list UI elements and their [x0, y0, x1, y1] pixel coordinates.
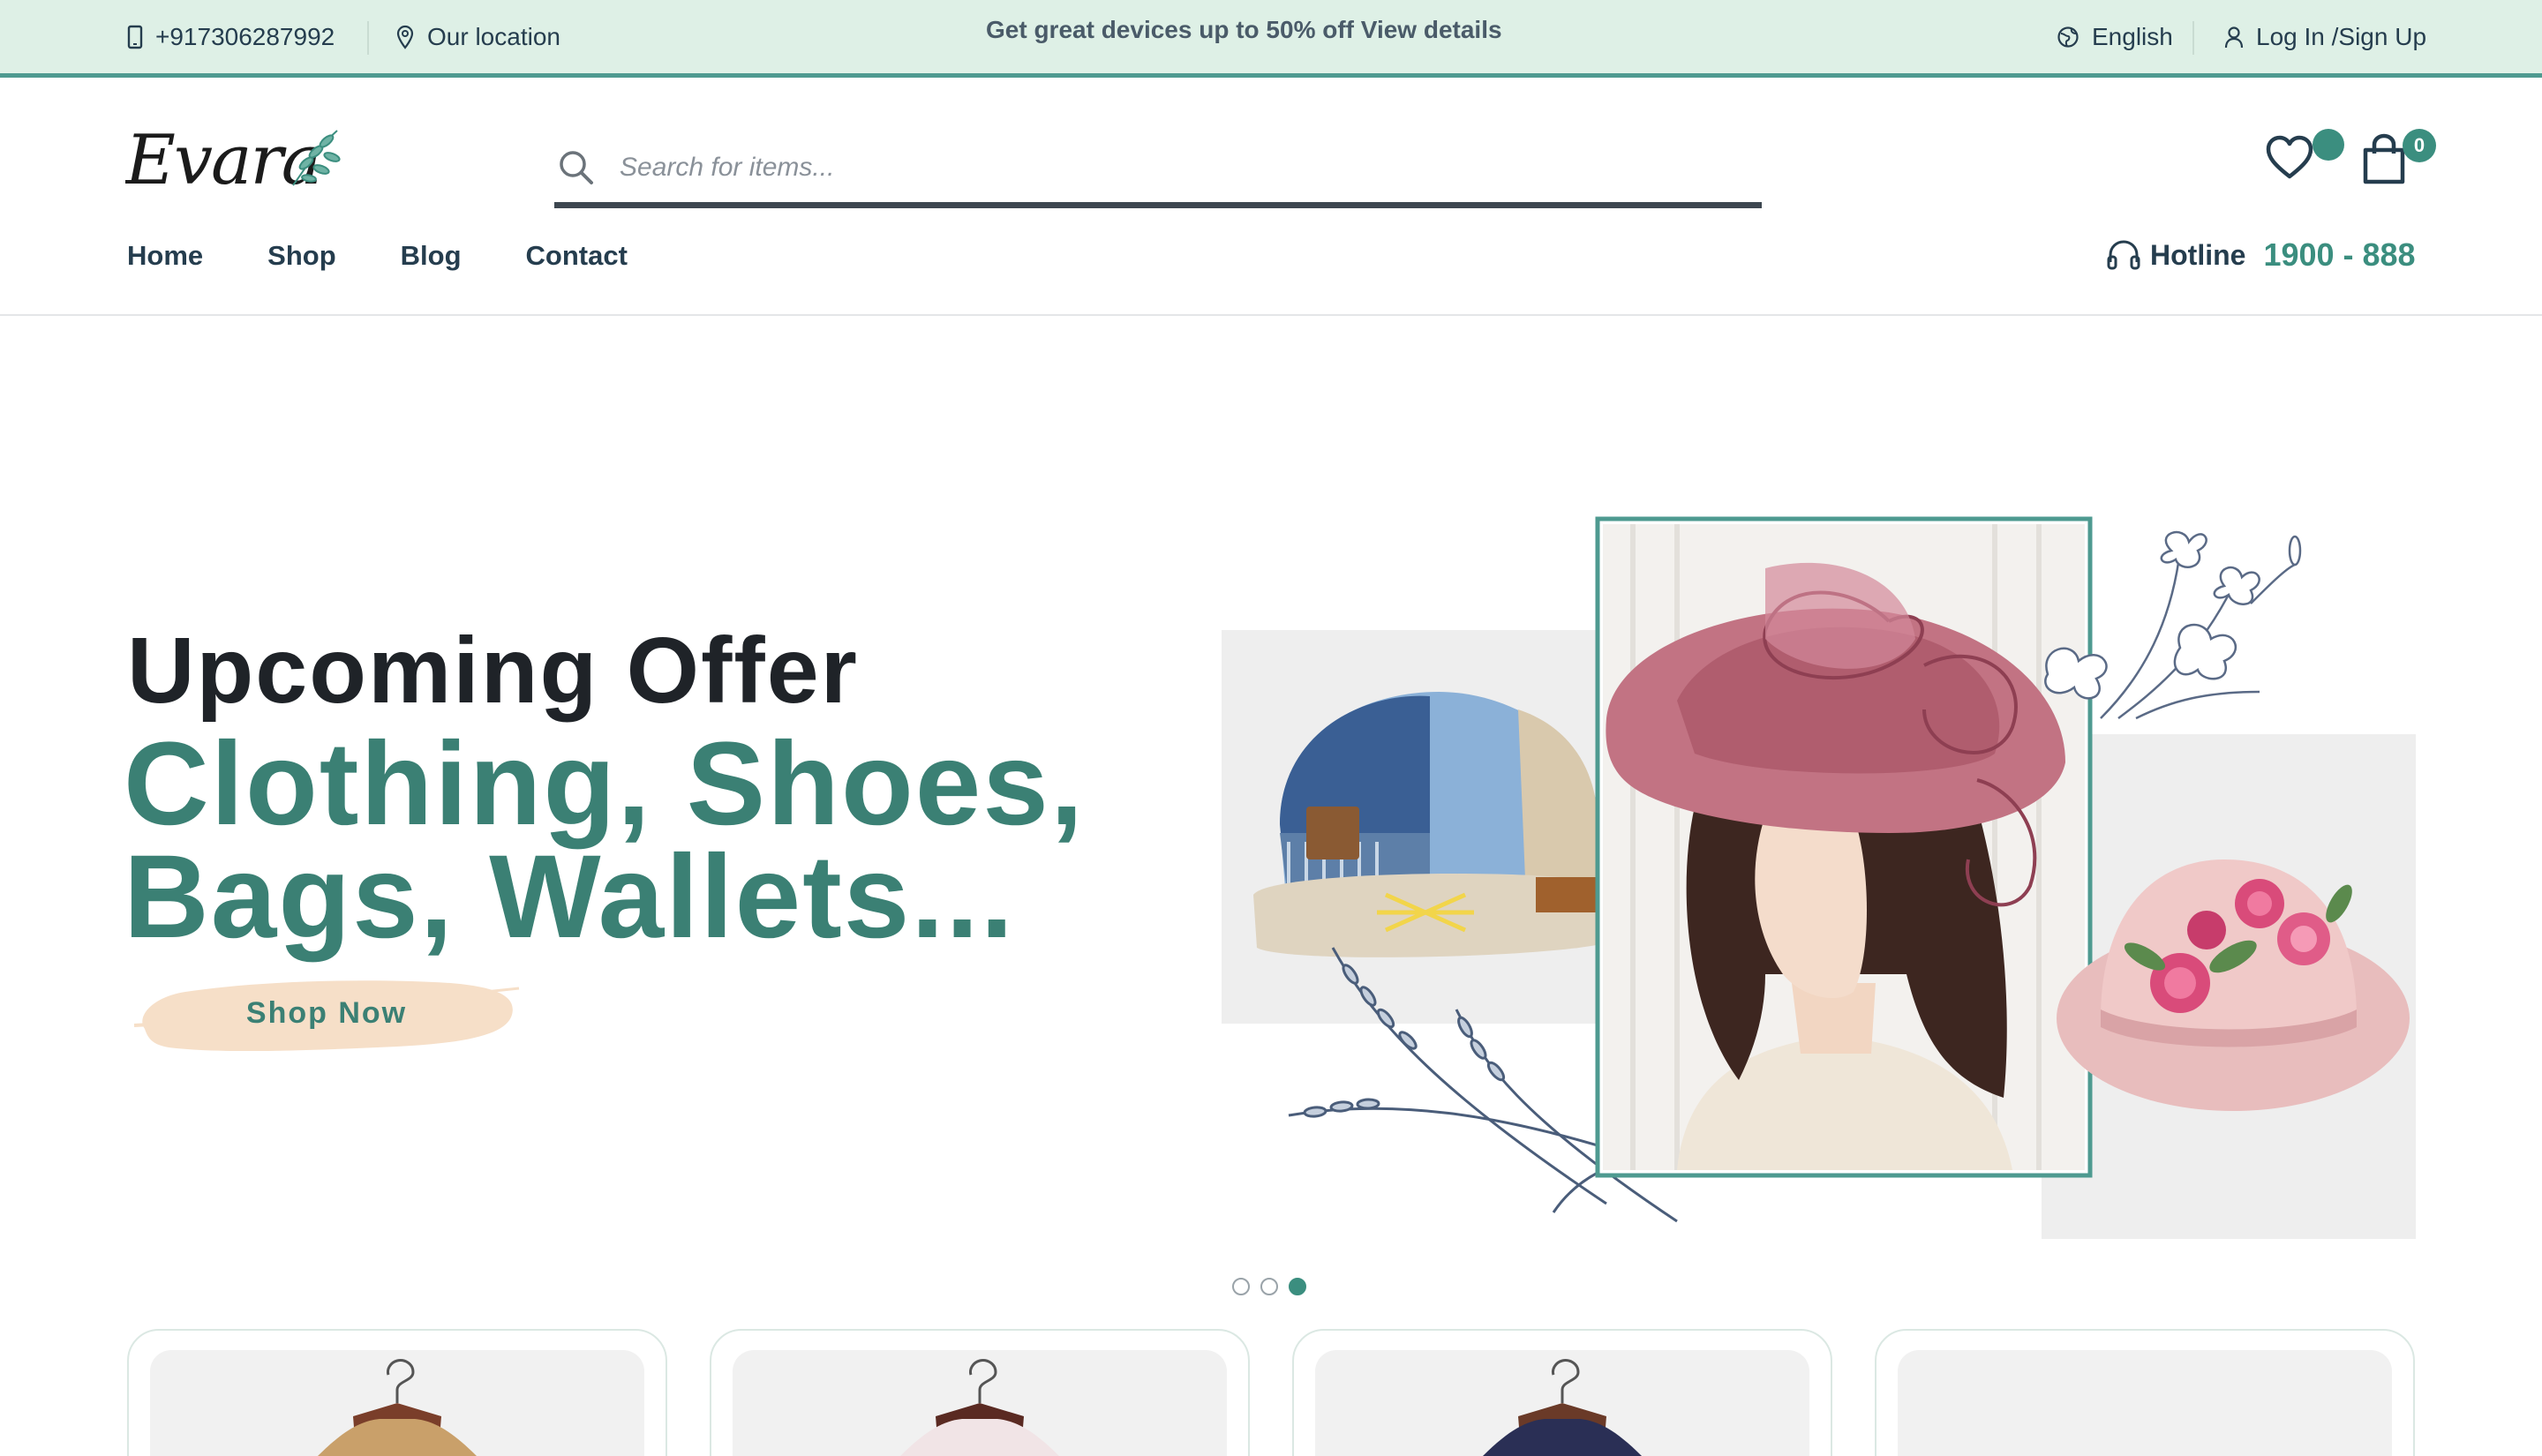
hero-collage-image: [1222, 516, 2416, 1239]
user-icon: [2224, 26, 2244, 48]
slide-dot-1[interactable]: [1232, 1278, 1250, 1295]
product-image[interactable]: [1898, 1350, 2392, 1456]
hero-title: Clothing, Shoes, Bags, Wallets...: [124, 718, 1086, 963]
search-bar[interactable]: [554, 132, 1762, 208]
logo[interactable]: Evara: [124, 115, 346, 203]
language-label: English: [2092, 22, 2173, 50]
product-card[interactable]: [710, 1329, 1250, 1456]
hero-title-line2: Bags, Wallets...: [124, 831, 1015, 963]
cart-count-badge: 0: [2403, 129, 2436, 162]
search-icon[interactable]: [558, 149, 595, 186]
phone-number: +917306287992: [155, 22, 335, 50]
woman-with-hat-photo: [1595, 516, 2093, 1178]
product-image[interactable]: [1315, 1350, 1809, 1456]
slide-dot-3[interactable]: [1289, 1278, 1306, 1295]
login-label: Log In /Sign Up: [2256, 22, 2427, 50]
product-card[interactable]: [1875, 1329, 2415, 1456]
wishlist-badge: [2313, 129, 2344, 161]
nav-item-home[interactable]: Home: [127, 240, 203, 272]
heart-icon[interactable]: [2265, 134, 2314, 180]
location-link[interactable]: Our location: [395, 0, 560, 73]
slider-pagination: [1232, 1278, 1317, 1295]
phone-contact[interactable]: +917306287992: [127, 0, 335, 73]
language-selector[interactable]: English: [2057, 0, 2173, 73]
location-label: Our location: [427, 22, 560, 50]
hanger-icon: [1552, 1359, 1580, 1403]
nav-item-blog[interactable]: Blog: [401, 240, 462, 272]
hero-title-line1: Clothing, Shoes,: [124, 718, 1086, 850]
product-image[interactable]: [733, 1350, 1227, 1456]
headphones-icon: [2107, 240, 2140, 270]
hotline-number[interactable]: 1900 - 888: [2263, 236, 2415, 274]
top-bar: +917306287992 Our location Get great dev…: [0, 0, 2542, 78]
hanger-icon: [387, 1359, 415, 1403]
main-nav: Home Shop Blog Contact: [127, 240, 692, 272]
slide-dot-2[interactable]: [1260, 1278, 1278, 1295]
shop-now-label: Shop Now: [245, 995, 408, 1030]
shopping-bag-icon[interactable]: [2358, 132, 2410, 187]
hotline-label: Hotline: [2150, 238, 2246, 271]
map-pin-icon: [396, 25, 414, 49]
logo-wordmark: Evara: [125, 121, 320, 200]
search-input[interactable]: [620, 152, 1679, 183]
nav-item-contact[interactable]: Contact: [526, 240, 628, 272]
shop-now-button[interactable]: Shop Now: [132, 971, 521, 1055]
hanger-icon: [969, 1359, 997, 1403]
hero-pretitle: Upcoming Offer: [127, 619, 859, 723]
product-card[interactable]: [127, 1329, 667, 1456]
hotline[interactable]: Hotline 1900 - 888: [2106, 236, 2416, 274]
product-image[interactable]: [150, 1350, 644, 1456]
login-signup-link[interactable]: Log In /Sign Up: [2224, 0, 2426, 73]
nav-item-shop[interactable]: Shop: [267, 240, 336, 272]
promo-text[interactable]: Get great devices up to 50% off View det…: [986, 16, 1502, 44]
divider: [2192, 21, 2194, 55]
header-divider: [0, 314, 2542, 316]
globe-icon: [2057, 26, 2079, 48]
divider: [367, 21, 369, 55]
product-card[interactable]: [1292, 1329, 1832, 1456]
phone-icon: [127, 25, 143, 49]
